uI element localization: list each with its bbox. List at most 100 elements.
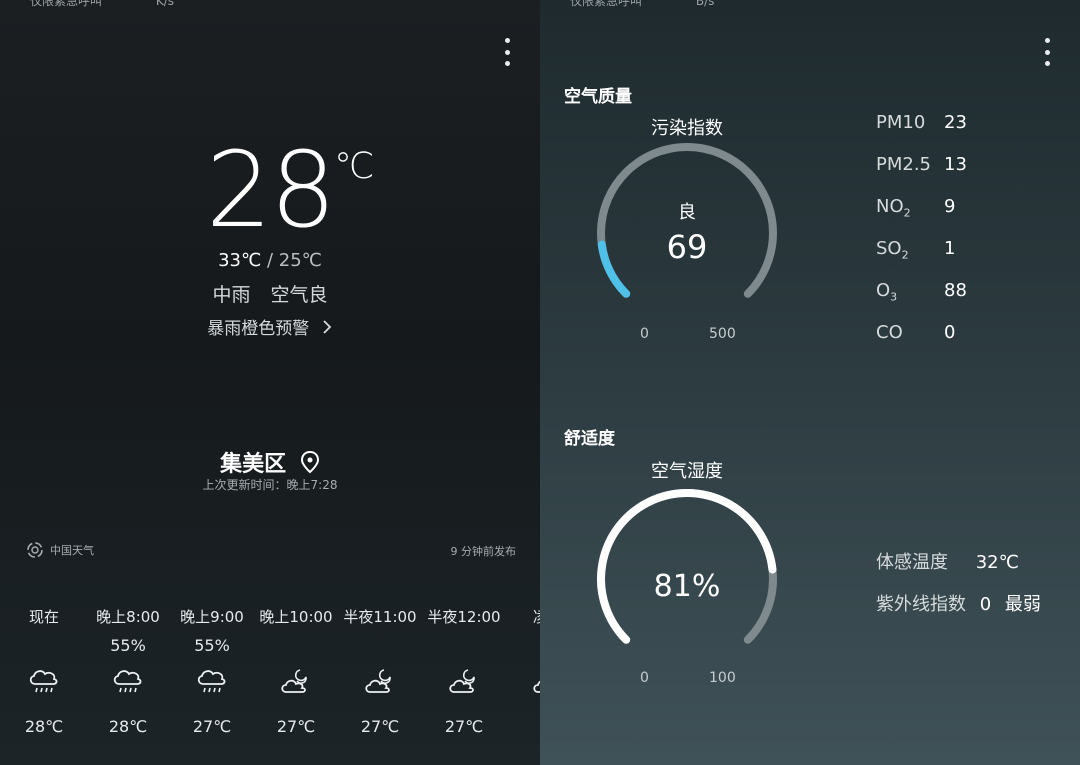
hour-precipitation — [254, 636, 338, 656]
hourly-forecast-item: 现在 28℃ — [2, 606, 86, 736]
pollutant-name: PM2.5 — [876, 154, 932, 175]
high-temperature: 33℃ — [218, 250, 262, 271]
moon-cloud-icon — [362, 666, 398, 696]
china-weather-logo-icon — [27, 542, 43, 558]
hour-temperature: 27℃ — [444, 717, 484, 736]
pollutant-value: 23 — [944, 112, 967, 133]
source-name: 中国天气 — [50, 544, 94, 557]
air-quality-title: 空气质量 — [564, 87, 632, 107]
status-carrier-text: 仅限紧急呼叫 — [30, 0, 103, 8]
hourly-forecast[interactable]: 现在 28℃ 晚上8:00 55% 28℃ 晚上9:00 55% 27℃ 晚上10:00 27℃ 半… — [0, 606, 540, 746]
aqi-max-label: 500 — [709, 326, 736, 342]
pollutant-row: PM10 23 — [876, 112, 1076, 136]
hour-temperature: 27℃ — [276, 717, 316, 736]
rain-cloud-icon — [194, 666, 230, 696]
hour-temperature: 27℃ — [360, 717, 400, 736]
aqi-value: 69 — [667, 228, 708, 266]
rain-cloud-icon — [26, 666, 62, 696]
hour-time: 半夜12:00 — [427, 608, 501, 626]
feels-like-value: 32℃ — [975, 552, 1019, 573]
moon-cloud-icon — [278, 666, 314, 696]
hour-precipitation — [506, 636, 540, 656]
uv-index-level: 最弱 — [1004, 594, 1041, 615]
hour-temperature: 2 — [506, 717, 540, 736]
status-carrier-text: 仅限紧急呼叫 — [570, 0, 643, 8]
humidity-max-label: 100 — [709, 670, 736, 686]
temperature-separator: / — [261, 250, 279, 271]
aqi-level: 良 — [678, 202, 696, 223]
hour-time: 晚上9:00 — [180, 608, 244, 626]
pollutant-name: CO — [876, 322, 903, 343]
hourly-forecast-item: 晚上10:00 27℃ — [254, 606, 338, 736]
humidity-value: 81% — [654, 569, 721, 604]
humidity-min-label: 0 — [640, 670, 649, 686]
chevron-right-icon — [323, 320, 331, 334]
rain-cloud-icon — [110, 666, 146, 696]
hour-precipitation — [422, 636, 506, 656]
more-options-icon[interactable] — [1035, 36, 1059, 68]
low-temperature: 25℃ — [278, 250, 322, 271]
pollutant-row: SO2 1 — [876, 238, 1076, 262]
hour-precipitation: 55% — [194, 636, 230, 655]
pollutant-row: NO2 9 — [876, 196, 1076, 220]
alert-text: 暴雨橙色预警 — [207, 319, 310, 339]
location-name: 集美区 — [220, 452, 287, 477]
status-speed: B/s — [695, 0, 715, 8]
pollutant-value: 88 — [944, 280, 967, 301]
hour-temperature: 28℃ — [108, 717, 148, 736]
location-pin-icon — [300, 450, 319, 474]
feels-like-row: 体感温度 32℃ — [876, 548, 1019, 574]
more-options-icon[interactable] — [495, 36, 519, 68]
hourly-forecast-item: 半夜12:00 27℃ — [422, 606, 506, 736]
high-low-temperature: 33℃ / 25℃ — [0, 250, 540, 271]
uv-index-label: 紫外线指数 — [876, 594, 966, 615]
data-source: 中国天气 — [26, 541, 94, 559]
humidity-label: 空气湿度 — [651, 461, 723, 482]
moon-cloud-icon — [530, 666, 540, 696]
hourly-forecast-item: 凌晨 2 — [506, 606, 540, 736]
hourly-forecast-item: 半夜11:00 27℃ — [338, 606, 422, 736]
comfort-title: 舒适度 — [564, 429, 615, 449]
temperature-unit: ℃ — [334, 146, 375, 187]
hour-temperature: 27℃ — [192, 717, 232, 736]
aqi-gauge: 良 69 — [597, 143, 777, 298]
hour-time: 凌晨 — [506, 606, 540, 627]
pollution-index-label: 污染指数 — [651, 118, 723, 139]
hour-time: 晚上10:00 — [259, 608, 333, 626]
pollutant-row: CO 0 — [876, 322, 1076, 346]
current-temperature: 28 ℃ — [0, 138, 540, 242]
aqi-min-label: 0 — [640, 326, 649, 342]
pollutant-name: PM10 — [876, 112, 926, 133]
weather-condition: 中雨 空气良 — [0, 280, 540, 307]
hour-precipitation: 55% — [110, 636, 146, 655]
weather-alert-link[interactable]: 暴雨橙色预警 — [0, 314, 540, 339]
pollutant-value: 0 — [944, 322, 956, 343]
temperature-value: 28 — [205, 129, 336, 251]
pollutant-name: O3 — [876, 280, 898, 304]
pollutant-value: 9 — [944, 196, 956, 217]
pollutant-row: PM2.5 13 — [876, 154, 1076, 178]
status-speed: K/s — [155, 0, 175, 8]
status-bar: 仅限紧急呼叫 K/s — [30, 0, 174, 9]
weather-detail-panel: 仅限紧急呼叫 B/s 空气质量 污染指数 良 69 0 500 PM10 23 PM… — [540, 0, 1080, 765]
condition-text: 中雨 — [212, 284, 251, 306]
air-quality-summary: 空气良 — [270, 284, 328, 306]
pollutant-name: NO2 — [876, 196, 911, 220]
hourly-forecast-item: 晚上8:00 55% 28℃ — [86, 606, 170, 736]
hour-precipitation — [2, 636, 86, 656]
humidity-gauge: 81% — [597, 489, 777, 644]
hour-time: 半夜11:00 — [343, 608, 417, 626]
pollutant-value: 13 — [944, 154, 967, 175]
weather-main-panel: 仅限紧急呼叫 K/s 28 ℃ 33℃ / 25℃ 中雨 空气良 暴雨橙色预警 … — [0, 0, 540, 765]
uv-index-value: 0 — [979, 594, 992, 615]
hour-precipitation — [338, 636, 422, 656]
status-bar: 仅限紧急呼叫 B/s — [570, 0, 714, 9]
hourly-forecast-item: 晚上9:00 55% 27℃ — [170, 606, 254, 736]
moon-cloud-icon — [446, 666, 482, 696]
hour-time: 晚上8:00 — [96, 608, 160, 626]
pollutant-name: SO2 — [876, 238, 909, 262]
humidity-gauge-value-arc — [597, 489, 777, 644]
location[interactable]: 集美区 — [0, 446, 540, 478]
uv-index-row: 紫外线指数 0 最弱 — [876, 590, 1041, 616]
pollutant-row: O3 88 — [876, 280, 1076, 304]
